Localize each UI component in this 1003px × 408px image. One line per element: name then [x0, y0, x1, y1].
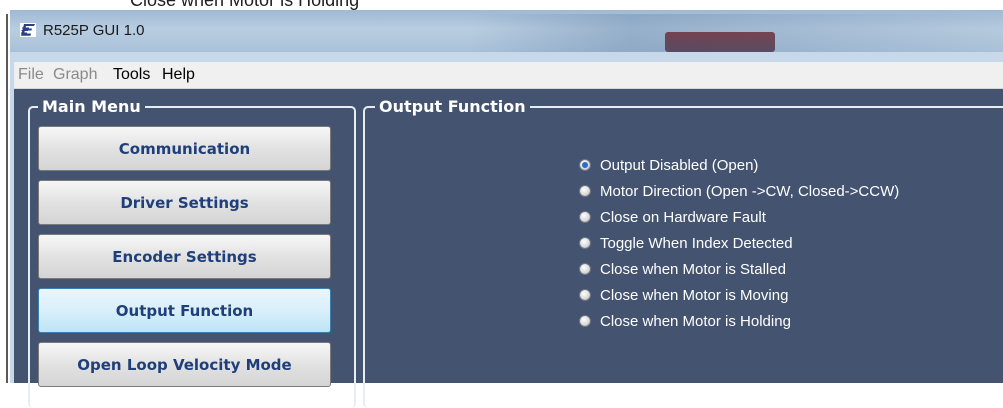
menu-graph[interactable]: Graph: [53, 65, 97, 85]
option-label: Toggle When Index Detected: [600, 234, 793, 252]
radio-button[interactable]: [579, 185, 591, 197]
output-function-button[interactable]: Output Function: [38, 288, 331, 333]
option-motor-direction[interactable]: Motor Direction (Open ->CW, Closed->CCW): [579, 180, 899, 202]
client-area: Main Menu Output Function Communication …: [14, 89, 1003, 408]
option-label: Motor Direction (Open ->CW, Closed->CCW): [600, 182, 900, 200]
menu-file[interactable]: File: [18, 65, 44, 85]
document-caption: Close when Motor is Holding: [130, 0, 360, 10]
menu-tools[interactable]: Tools: [113, 65, 150, 85]
radio-button[interactable]: [579, 237, 591, 249]
driver-settings-button[interactable]: Driver Settings: [38, 180, 331, 225]
option-label: Close when Motor is Stalled: [600, 260, 786, 278]
radio-button[interactable]: [579, 315, 591, 327]
title-bar: R525P GUI 1.0: [10, 10, 1003, 52]
option-output-disabled[interactable]: Output Disabled (Open): [579, 154, 758, 176]
option-label: Output Disabled (Open): [600, 156, 759, 174]
option-close-when-holding[interactable]: Close when Motor is Holding: [579, 310, 791, 332]
radio-button[interactable]: [579, 289, 591, 301]
title-bar-backdrop-shape: [665, 32, 775, 52]
option-label: Close when Motor is Holding: [600, 312, 791, 330]
main-menu-title: Main Menu: [38, 98, 145, 116]
output-function-group: Output Function: [363, 98, 1003, 408]
encoder-settings-button[interactable]: Encoder Settings: [38, 234, 331, 279]
app-window: R525P GUI 1.0 File Graph Tools Help Main…: [10, 10, 1003, 408]
option-label: Close when Motor is Moving: [600, 286, 789, 304]
communication-button[interactable]: Communication: [38, 126, 331, 171]
menu-bar: File Graph Tools Help: [14, 62, 1003, 89]
option-close-on-hardware-fault[interactable]: Close on Hardware Fault: [579, 206, 766, 228]
option-close-when-moving[interactable]: Close when Motor is Moving: [579, 284, 788, 306]
radio-button[interactable]: [579, 159, 591, 171]
r525p-logo-icon: [20, 23, 36, 37]
open-loop-velocity-mode-button[interactable]: Open Loop Velocity Mode: [38, 342, 331, 387]
option-label: Close on Hardware Fault: [600, 208, 766, 226]
window-title: R525P GUI 1.0: [43, 22, 145, 39]
option-close-when-stalled[interactable]: Close when Motor is Stalled: [579, 258, 786, 280]
radio-button[interactable]: [579, 211, 591, 223]
document-divider: [6, 14, 8, 383]
output-function-title: Output Function: [375, 98, 530, 116]
radio-button[interactable]: [579, 263, 591, 275]
menu-help[interactable]: Help: [162, 65, 195, 85]
option-toggle-when-index-detected[interactable]: Toggle When Index Detected: [579, 232, 793, 254]
